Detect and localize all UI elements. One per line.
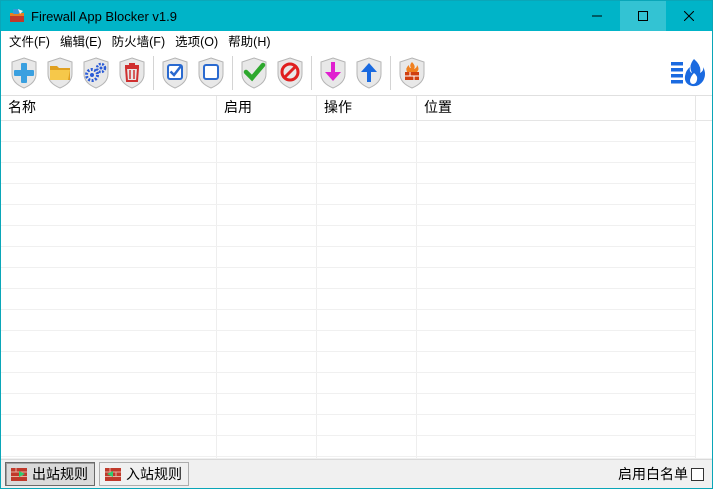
column-header-name[interactable]: 名称	[1, 96, 217, 120]
menu-help[interactable]: 帮助(H)	[223, 31, 275, 50]
enable-button[interactable]	[237, 53, 270, 93]
grid-line	[416, 120, 417, 458]
window-title: Firewall App Blocker v1.9	[31, 8, 177, 24]
add-icon	[11, 56, 36, 89]
grid-line	[1, 162, 696, 163]
grid-line	[695, 120, 696, 458]
settings-button[interactable]	[79, 53, 112, 93]
firewall-icon	[399, 56, 424, 89]
move-down-button[interactable]	[316, 53, 349, 93]
check-all-icon	[162, 56, 187, 89]
check-all-button[interactable]	[158, 53, 191, 93]
settings-gears-icon	[83, 56, 108, 89]
column-header-action[interactable]: 操作	[317, 96, 417, 120]
outbound-rules-icon	[11, 467, 27, 481]
grid-line	[216, 120, 217, 458]
close-button[interactable]	[666, 1, 712, 31]
menu-file[interactable]: 文件(F)	[4, 31, 55, 50]
uncheck-all-icon	[198, 56, 223, 89]
tab-inbound-label: 入站规则	[126, 466, 182, 482]
tab-outbound-label: 出站规则	[32, 466, 88, 482]
minimize-button[interactable]	[574, 1, 620, 31]
delete-button[interactable]	[115, 53, 148, 93]
grid-line	[1, 183, 696, 184]
menu-bar: 文件(F) 编辑(E) 防火墙(F) 选项(O) 帮助(H)	[1, 31, 712, 50]
tab-inbound-rules[interactable]: 入站规则	[99, 462, 189, 486]
open-folder-icon	[47, 56, 72, 89]
move-up-button[interactable]	[352, 53, 385, 93]
maximize-button[interactable]	[620, 1, 666, 31]
toolbar-separator	[390, 55, 391, 90]
grid-line	[1, 267, 696, 268]
delete-icon	[119, 56, 144, 89]
block-icon	[277, 56, 302, 89]
firewall-settings-icon	[671, 59, 705, 87]
grid-line	[1, 393, 696, 394]
whitelist-toggle[interactable]: 启用白名单	[618, 464, 704, 484]
list-header: 名称 启用 操作 位置	[1, 96, 712, 121]
move-up-icon	[356, 56, 381, 89]
inbound-rules-icon	[105, 467, 121, 481]
bottom-bar: 出站规则 入站规则 启用白名单	[1, 459, 712, 488]
whitelist-label: 启用白名单	[618, 466, 688, 482]
firewall-settings-button[interactable]	[670, 57, 706, 89]
toolbar-separator	[153, 55, 154, 90]
block-button[interactable]	[273, 53, 306, 93]
add-button[interactable]	[7, 53, 40, 93]
grid-line	[1, 414, 696, 415]
open-folder-button[interactable]	[43, 53, 76, 93]
grid-line	[1, 204, 696, 205]
move-down-icon	[320, 56, 345, 89]
menu-firewall[interactable]: 防火墙(F)	[107, 31, 170, 50]
grid-line	[1, 288, 696, 289]
tab-outbound-rules[interactable]: 出站规则	[5, 462, 95, 486]
column-header-enabled[interactable]: 启用	[217, 96, 317, 120]
toolbar-separator	[232, 55, 233, 90]
app-window: Firewall App Blocker v1.9 文件(F) 编辑(E) 防火…	[0, 0, 713, 489]
close-icon	[684, 11, 694, 21]
rules-list[interactable]: 名称 启用 操作 位置	[1, 96, 712, 458]
grid-line	[1, 456, 696, 457]
enable-icon	[241, 56, 266, 89]
title-bar: Firewall App Blocker v1.9	[1, 1, 712, 31]
menu-options[interactable]: 选项(O)	[170, 31, 223, 50]
toolbar	[1, 50, 712, 96]
uncheck-all-button[interactable]	[194, 53, 227, 93]
grid-line	[1, 372, 696, 373]
firewall-button[interactable]	[395, 53, 428, 93]
maximize-icon	[638, 11, 648, 21]
menu-edit[interactable]: 编辑(E)	[55, 31, 107, 50]
toolbar-separator	[311, 55, 312, 90]
grid-line	[1, 330, 696, 331]
column-header-location[interactable]: 位置	[417, 96, 696, 120]
grid-line	[1, 225, 696, 226]
minimize-icon	[592, 15, 602, 17]
whitelist-checkbox[interactable]	[691, 467, 704, 481]
grid-line	[1, 351, 696, 352]
grid-line	[1, 309, 696, 310]
grid-line	[1, 246, 696, 247]
grid-line	[1, 435, 696, 436]
grid-line	[1, 141, 696, 142]
app-logo-icon	[10, 9, 24, 22]
grid-line	[316, 120, 317, 458]
